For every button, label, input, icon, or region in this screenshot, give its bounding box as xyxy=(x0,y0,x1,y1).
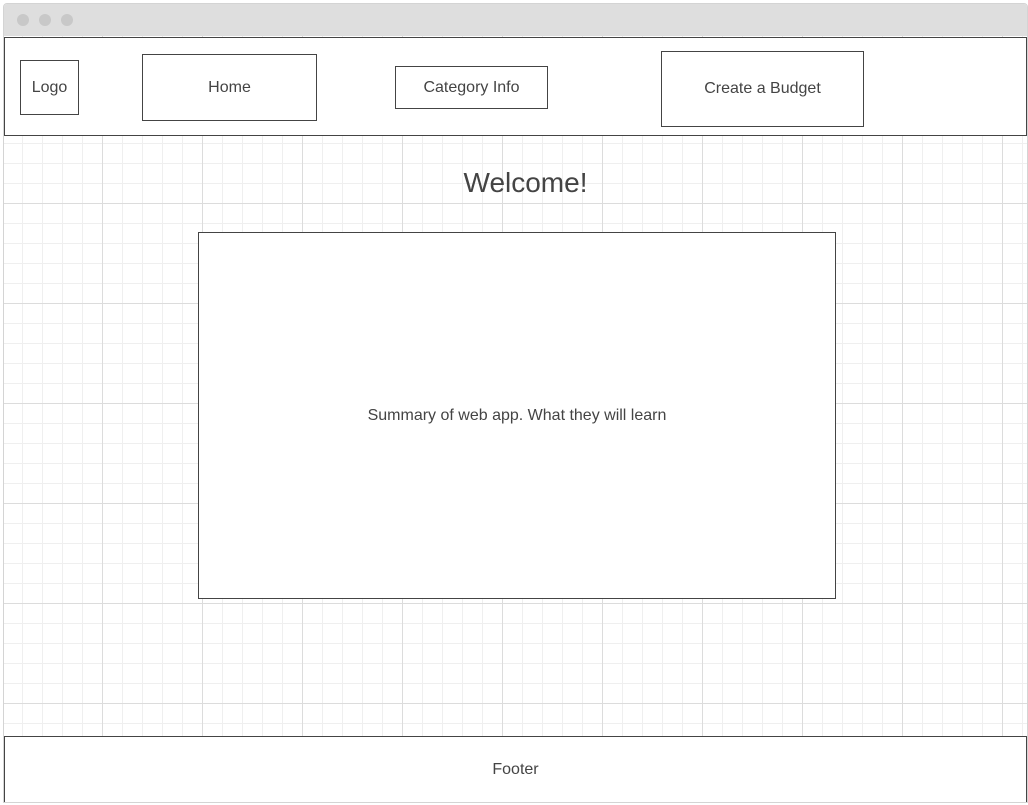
welcome-heading: Welcome! xyxy=(463,167,588,198)
nav-category-info-button[interactable]: Category Info xyxy=(395,66,548,109)
browser-window: Logo Home Category Info Create a Budget … xyxy=(3,3,1028,803)
footer-label: Footer xyxy=(492,760,539,778)
window-maximize-icon[interactable] xyxy=(61,14,73,26)
summary-text: Summary of web app. What they will learn xyxy=(367,406,667,424)
window-close-icon[interactable] xyxy=(17,14,29,26)
summary-panel: Summary of web app. What they will learn xyxy=(198,232,836,599)
site-footer: Footer xyxy=(4,736,1027,802)
logo[interactable]: Logo xyxy=(20,60,79,115)
window-titlebar xyxy=(4,4,1027,36)
nav-create-budget-button[interactable]: Create a Budget xyxy=(661,51,864,127)
window-minimize-icon[interactable] xyxy=(39,14,51,26)
site-header: Logo Home Category Info Create a Budget xyxy=(4,37,1027,136)
nav-home-button[interactable]: Home xyxy=(142,54,317,121)
